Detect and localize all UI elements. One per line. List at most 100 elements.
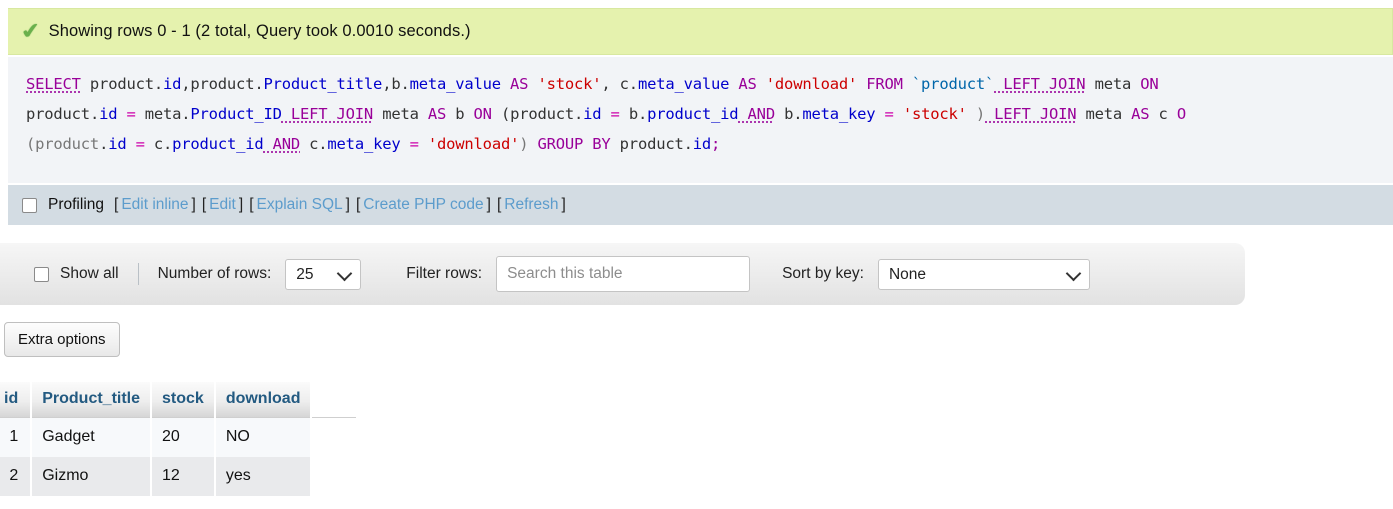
bracket-open: [: [201, 196, 207, 213]
sql-token: c: [1149, 105, 1177, 123]
sql-token: Product_title: [263, 75, 383, 93]
sql-token: ON: [1140, 75, 1159, 93]
sql-token: b: [774, 105, 794, 123]
number-of-rows-label: Number of rows:: [157, 265, 272, 282]
sql-token: LEFT JOIN: [281, 105, 374, 123]
column-header-spacer: [311, 382, 357, 418]
column-header-stock[interactable]: stock: [151, 382, 216, 418]
sql-token: ;: [711, 135, 721, 153]
sql-token: =: [875, 105, 903, 123]
sql-token: id: [108, 135, 127, 153]
table-header-row: id Product_title stock download: [0, 382, 357, 418]
filter-rows-label: Filter rows:: [406, 265, 483, 282]
explain-sql-link[interactable]: Explain SQL: [257, 196, 343, 214]
sql-token: b: [446, 105, 474, 123]
sql-token: , c: [601, 75, 629, 93]
sql-token: meta: [144, 105, 182, 123]
cell-product-title: Gadget: [31, 417, 153, 457]
cell-id: 1: [0, 417, 33, 457]
sql-token: .: [400, 75, 410, 93]
sql-token: .: [99, 135, 109, 153]
sql-query-line-1: SELECT product.id,product.Product_title,…: [26, 69, 1393, 99]
divider: [137, 263, 139, 285]
sql-token: =: [400, 135, 428, 153]
sql-token: O: [1176, 105, 1186, 123]
sql-token: .: [89, 105, 100, 123]
sql-token: `product`: [911, 75, 995, 93]
sql-token: AS: [427, 105, 447, 123]
profiling-checkbox[interactable]: [22, 197, 37, 213]
sql-query-line-3: (product.id = c.product_id AND c.meta_ke…: [26, 129, 1393, 159]
sql-token: .: [637, 105, 648, 123]
sql-token: 'download': [427, 135, 520, 153]
sql-token: AS: [500, 75, 538, 93]
sql-token: meta_value: [637, 75, 730, 93]
column-header-product-title[interactable]: Product_title: [31, 382, 153, 418]
refresh-link[interactable]: Refresh: [504, 196, 558, 214]
sql-token: (product: [491, 105, 574, 123]
sort-by-key-select[interactable]: None: [877, 258, 1090, 290]
bracket-close: ]: [191, 196, 196, 213]
create-php-code-link[interactable]: Create PHP code: [363, 196, 483, 214]
column-header-download[interactable]: download: [214, 382, 313, 418]
sql-token: =: [126, 135, 154, 153]
sql-token: Product_ID: [190, 105, 282, 123]
edit-link[interactable]: Edit: [209, 196, 236, 214]
sql-token: SELECT: [26, 75, 81, 93]
sql-token: id: [583, 105, 602, 123]
sql-query-line-2: product.id = meta.Product_ID LEFT JOIN m…: [26, 99, 1393, 129]
sql-token: id: [99, 105, 118, 123]
cell-download: NO: [214, 417, 313, 457]
profiling-bar: Profiling [ Edit inline ] [ Edit ] [ Exp…: [8, 185, 1393, 225]
sql-token: 'stock': [902, 105, 967, 123]
extra-options-button[interactable]: Extra options: [4, 322, 120, 357]
sql-query-display[interactable]: SELECT product.id,product.Product_title,…: [8, 57, 1393, 183]
bracket-open: [: [249, 196, 254, 213]
bracket-close: ]: [345, 196, 350, 213]
cell-product-title: Gizmo: [31, 457, 153, 496]
sql-token: (product: [26, 135, 100, 153]
sql-token: ON: [473, 105, 492, 123]
sql-token: FROM: [857, 75, 912, 93]
cell-stock: 20: [151, 417, 216, 457]
sql-token: .: [683, 135, 693, 153]
sql-token: ): [519, 135, 529, 153]
cell-spacer: [311, 457, 357, 496]
edit-inline-link[interactable]: Edit inline: [121, 196, 188, 214]
number-of-rows-select[interactable]: 25: [285, 258, 362, 290]
bracket-open: [: [114, 196, 119, 213]
sql-token: GROUP BY: [528, 135, 611, 153]
cell-stock: 12: [151, 457, 216, 496]
sql-token: .: [628, 75, 638, 93]
sql-token: meta: [1076, 105, 1132, 123]
sql-token: ): [966, 105, 986, 123]
sql-token: product_id: [647, 105, 739, 123]
filter-rows-input[interactable]: [496, 256, 751, 292]
sql-token: LEFT JOIN: [994, 75, 1086, 93]
sql-token: .: [793, 105, 803, 123]
sort-by-key-select-wrap: None: [877, 258, 1090, 290]
sql-token: .: [574, 105, 584, 123]
column-header-id[interactable]: id: [0, 382, 33, 418]
sql-token: meta: [373, 105, 428, 123]
sql-token: AS: [729, 75, 766, 93]
green-check-icon: ✔: [18, 18, 43, 45]
profiling-label: Profiling: [48, 196, 104, 213]
sql-token: AND: [263, 135, 301, 153]
sql-token: meta: [1085, 75, 1141, 93]
sql-token: ,product: [181, 75, 255, 93]
bracket-open: [: [496, 196, 502, 213]
bracket-close: ]: [561, 196, 566, 213]
number-of-rows-select-wrap: 25: [285, 258, 362, 290]
sql-token: meta_key: [802, 105, 876, 123]
sql-token: id: [692, 135, 712, 153]
sql-token: c: [153, 135, 164, 153]
sql-token: .: [153, 75, 163, 93]
show-all-label: Show all: [60, 265, 119, 282]
show-all-checkbox[interactable]: [34, 266, 49, 282]
table-row[interactable]: 1 Gadget 20 NO: [0, 417, 357, 457]
query-status-text: Showing rows 0 - 1 (2 total, Query took …: [48, 22, 471, 40]
table-row[interactable]: 2 Gizmo 12 yes: [0, 457, 357, 496]
sql-token: c: [300, 135, 319, 153]
sql-token: =: [117, 105, 145, 123]
